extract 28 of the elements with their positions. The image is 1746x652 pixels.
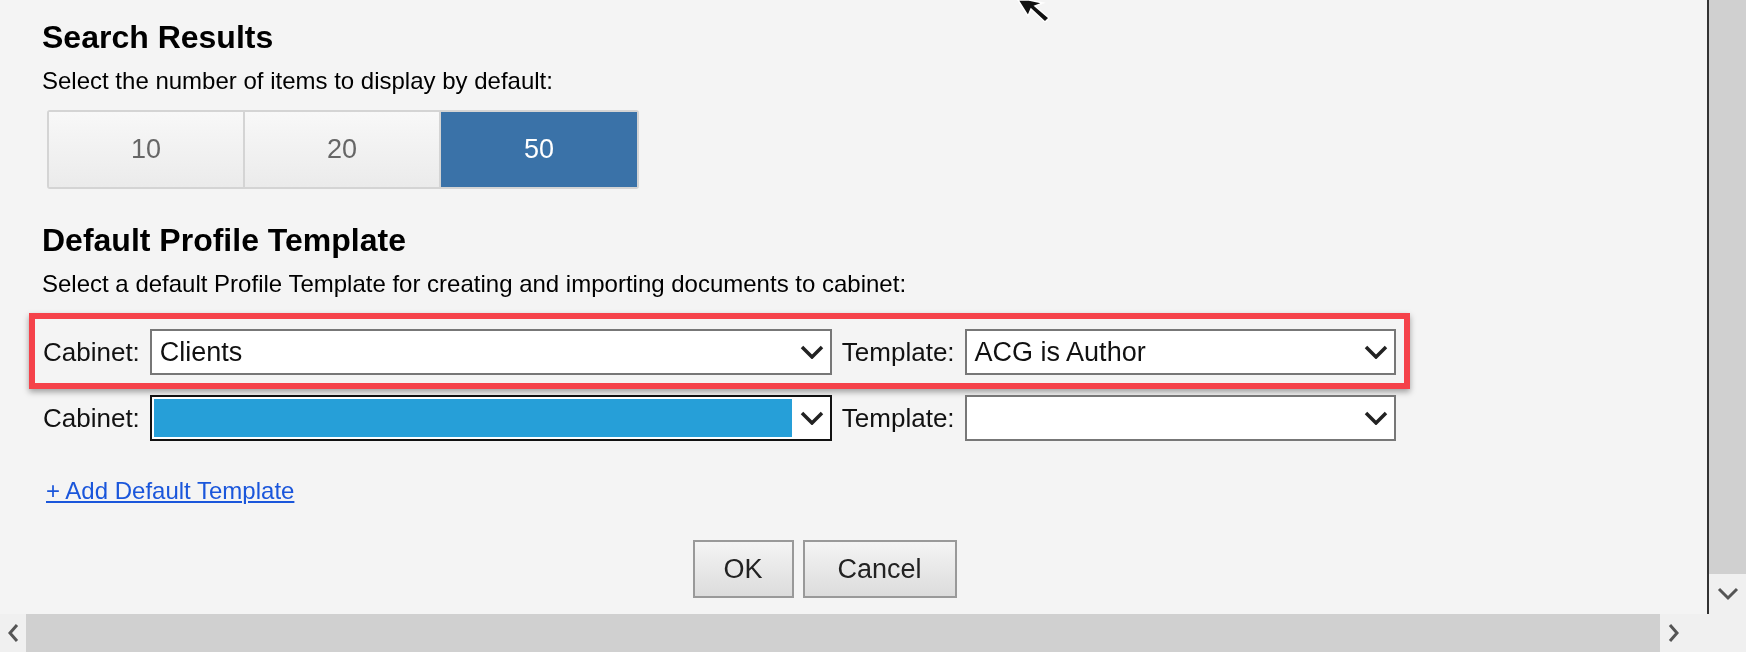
field-label: Template: bbox=[841, 336, 955, 368]
instruction-text: Select a default Profile Template for creating and importing documents to cabinet: bbox=[42, 269, 907, 299]
field-label: Cabinet: bbox=[43, 336, 140, 368]
template-dropdown[interactable] bbox=[964, 395, 1396, 441]
dialog-button[interactable]: OK bbox=[692, 540, 794, 598]
add-template-link[interactable]: + Add Default Template bbox=[46, 477, 295, 505]
cabinet-dropdown[interactable] bbox=[149, 395, 832, 441]
field-label: Cabinet: bbox=[43, 402, 140, 434]
field-label: Template: bbox=[841, 402, 955, 434]
template-dropdown[interactable]: ACG is Author bbox=[964, 329, 1396, 375]
dropdown-chevron-icon bbox=[1363, 345, 1388, 359]
horizontal-scrollbar[interactable] bbox=[0, 614, 1746, 652]
segment-option[interactable]: 50 bbox=[441, 112, 637, 187]
vertical-scrollbar[interactable] bbox=[1707, 0, 1746, 614]
instruction-text: Select the number of items to display by default: bbox=[42, 66, 553, 96]
dropdown-chevron-icon bbox=[1363, 411, 1388, 425]
dropdown-chevron-icon bbox=[799, 345, 824, 359]
dialog-button[interactable]: Cancel bbox=[802, 540, 957, 598]
section-heading: Search Results bbox=[42, 18, 274, 56]
segment-option[interactable]: 10 bbox=[49, 112, 245, 187]
cabinet-dropdown[interactable]: Clients bbox=[149, 329, 832, 375]
dropdown-chevron-icon bbox=[799, 411, 824, 425]
mouse-cursor-icon bbox=[1015, 0, 1051, 22]
scroll-down-icon[interactable] bbox=[1716, 587, 1739, 601]
scroll-left-icon[interactable] bbox=[7, 623, 19, 643]
scroll-right-icon[interactable] bbox=[1668, 623, 1680, 643]
section-heading: Default Profile Template bbox=[42, 221, 406, 259]
segment-option[interactable]: 20 bbox=[245, 112, 441, 187]
